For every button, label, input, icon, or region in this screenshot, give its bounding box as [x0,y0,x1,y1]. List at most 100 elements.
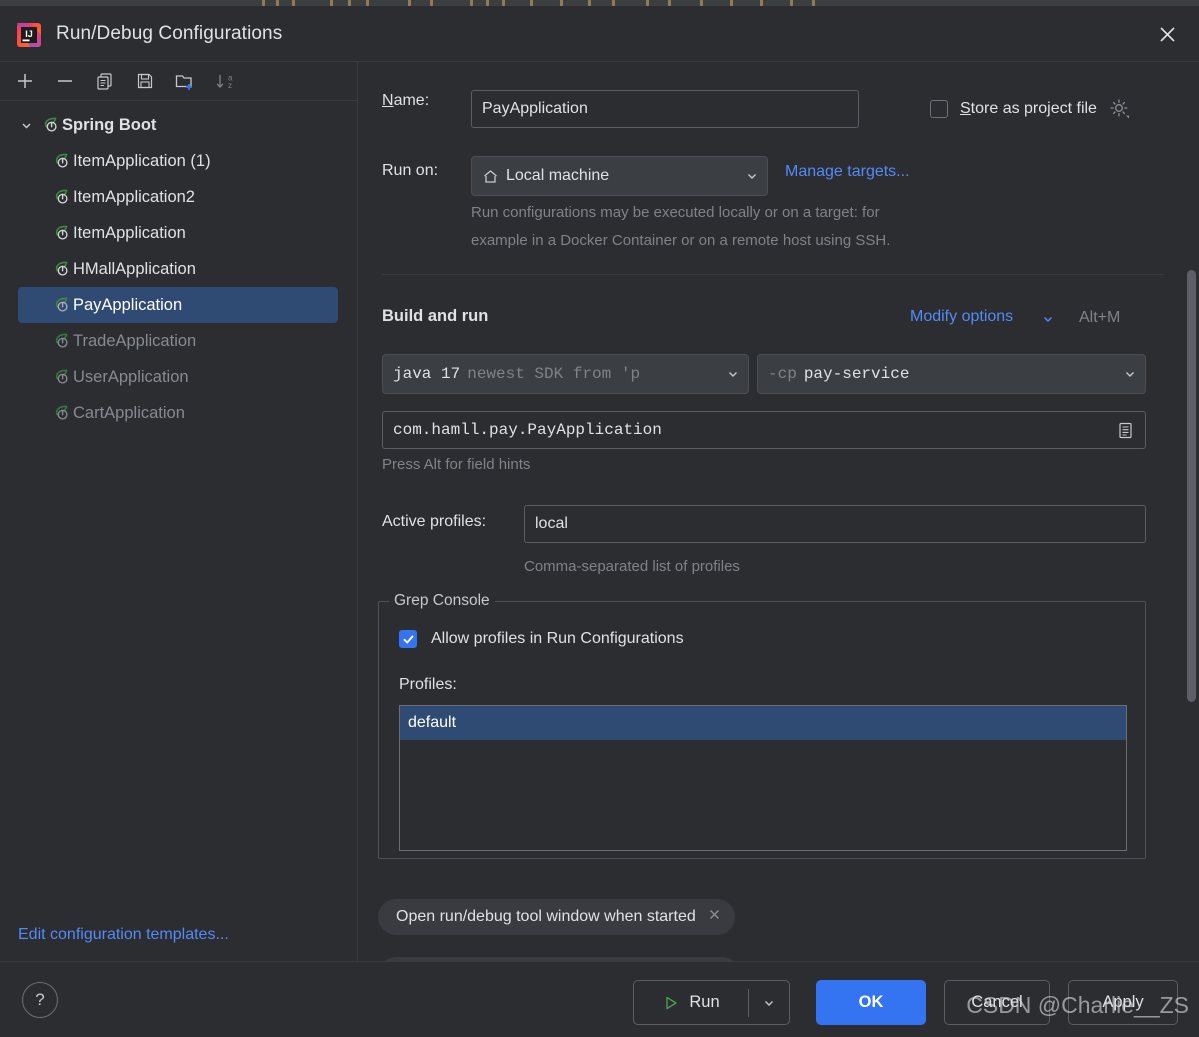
spring-boot-icon [40,115,60,135]
active-profiles-hint: Comma-separated list of profiles [524,558,740,575]
spring-boot-icon [51,187,71,207]
sidebar-item-label: HMallApplication [73,259,196,278]
tree-root-label: Spring Boot [62,115,157,134]
active-profiles-input[interactable]: local [524,505,1146,543]
spring-boot-icon [51,151,71,171]
chevron-down-icon[interactable] [18,117,34,133]
name-input[interactable]: PayApplication [471,90,859,128]
sidebar-item-label: CartApplication [73,403,185,422]
spring-boot-icon [51,367,71,387]
run-debug-configurations-dialog: IJ Run/Debug Configurations a z Spring B… [0,0,1199,1037]
main-class-value: com.hamll.pay.PayApplication [393,421,662,439]
configurations-sidebar: a z Spring Boot ItemApplication (1) Item… [0,62,365,962]
chip-label: Open run/debug tool window when started [396,908,696,925]
copy-configuration-button[interactable] [88,66,122,96]
classpath-value: pay-service [803,365,910,383]
spring-boot-icon [51,403,71,423]
chevron-down-icon[interactable] [1123,367,1137,381]
tree-root-spring-boot[interactable]: Spring Boot [0,107,357,143]
spring-boot-icon [51,223,71,243]
chip-close-icon[interactable] [708,908,721,926]
sidebar-item-cartapplication[interactable]: CartApplication [0,395,357,431]
modify-options-link[interactable]: Modify options [910,308,1013,326]
sidebar-item-label: PayApplication [73,295,183,314]
jre-value: java 17 [393,365,461,383]
sidebar-item-label: TradeApplication [73,331,197,350]
build-and-run-title: Build and run [382,307,489,325]
vertical-scrollbar[interactable] [1187,270,1196,702]
sidebar-item-payapplication[interactable]: PayApplication [18,287,338,323]
svg-text:z: z [228,81,232,90]
manage-targets-link[interactable]: Manage targets... [785,163,910,181]
run-dropdown-button[interactable] [749,981,789,1024]
chevron-down-icon[interactable] [1041,312,1055,331]
gear-icon[interactable] [1109,98,1130,119]
sidebar-item-label: ItemApplication (1) [73,151,211,170]
name-label: Name: [382,92,430,109]
run-button-label: Run [689,993,720,1011]
main-class-input[interactable]: com.hamll.pay.PayApplication [382,411,1146,449]
cancel-button[interactable]: Cancel [944,980,1050,1025]
allow-profiles-row: Allow profiles in Run Configurations [399,630,684,648]
remove-configuration-button[interactable] [48,66,82,96]
close-icon[interactable] [1145,16,1189,52]
sidebar-item-userapplication[interactable]: UserApplication [0,359,357,395]
configurations-tree: Spring Boot ItemApplication (1) ItemAppl… [0,102,357,431]
sidebar-item-itemapplication-1[interactable]: ItemApplication (1) [0,143,357,179]
classpath-combobox[interactable]: -cp pay-service [757,354,1146,394]
sidebar-item-hmallapplication[interactable]: HMallApplication [0,251,357,287]
section-divider [382,274,1164,275]
store-as-project-file-label: Store as project file [960,99,1097,117]
intellij-idea-logo-icon: IJ [16,22,42,48]
spring-boot-icon [51,259,71,279]
field-hints-text: Press Alt for field hints [382,456,531,473]
run-triangle-icon [662,994,680,1012]
sidebar-item-label: ItemApplication2 [73,187,195,206]
allow-profiles-checkbox[interactable] [399,630,417,648]
jre-combobox[interactable]: java 17 newest SDK from 'p [382,354,749,394]
list-item[interactable]: default [400,706,1126,740]
sidebar-item-label: UserApplication [73,367,189,386]
spring-boot-icon [51,331,71,351]
name-row: Name: [382,92,429,110]
open-tool-window-chip[interactable]: Open run/debug tool window when started [378,899,735,935]
ok-button[interactable]: OK [816,980,926,1025]
grep-console-group: Grep Console Allow profiles in Run Confi… [378,592,1146,859]
svg-text:IJ: IJ [25,29,33,39]
store-as-project-file-checkbox[interactable] [930,99,948,118]
dialog-button-bar: ? Run OK Cancel Apply CSDN @Charlie__ZS [0,961,1199,1037]
chevron-down-icon[interactable] [745,169,759,183]
classpath-prefix: -cp [768,365,797,383]
help-button[interactable]: ? [22,982,58,1018]
run-on-label: Run on: [382,162,439,179]
sidebar-item-label: ItemApplication [73,223,186,242]
sort-configurations-button[interactable]: a z [208,66,242,96]
class-chooser-icon[interactable] [1116,421,1135,440]
sidebar-item-itemapplication2[interactable]: ItemApplication2 [0,179,357,215]
run-on-combobox[interactable]: Local machine [471,156,768,196]
save-configuration-button[interactable] [128,66,162,96]
edit-configuration-templates-link[interactable]: Edit configuration templates... [18,926,229,944]
home-icon [482,168,499,185]
chevron-down-icon[interactable] [726,367,740,381]
sidebar-item-itemapplication[interactable]: ItemApplication [0,215,357,251]
allow-profiles-label: Allow profiles in Run Configurations [431,630,684,647]
dialog-titlebar: IJ Run/Debug Configurations [0,6,1199,62]
apply-button[interactable]: Apply [1068,980,1178,1025]
store-as-project-file-row: Store as project file [930,98,1130,119]
run-on-hint-line1: Run configurations may be executed local… [471,204,880,221]
add-configuration-button[interactable] [8,66,42,96]
new-folder-button[interactable] [168,66,202,96]
modify-options-shortcut: Alt+M [1079,309,1121,326]
sidebar-item-tradeapplication[interactable]: TradeApplication [0,323,357,359]
spring-boot-icon [51,295,71,315]
profiles-label: Profiles: [399,676,457,693]
active-profiles-label: Active profiles: [382,513,487,530]
grep-console-group-title: Grep Console [389,592,495,610]
run-on-hint-line2: example in a Docker Container or on a re… [471,232,891,249]
run-split-button: Run [633,980,790,1025]
run-button[interactable]: Run [634,981,748,1024]
sidebar-toolbar: a z [0,62,365,101]
profiles-listbox[interactable]: default [399,705,1127,851]
active-profiles-row: Active profiles: [382,513,486,531]
